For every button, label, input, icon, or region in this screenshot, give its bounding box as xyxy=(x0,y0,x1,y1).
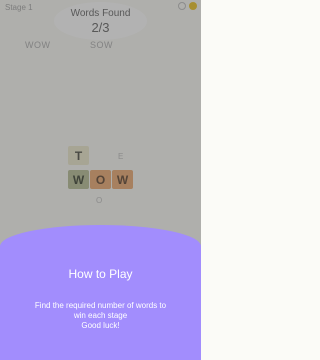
how-to-play-title: How to Play xyxy=(68,267,133,281)
how-to-play-panel[interactable]: How to Play Find the required number of … xyxy=(0,225,201,360)
how-to-play-text: win each stage xyxy=(73,311,128,320)
how-to-play-text: Find the required number of words to xyxy=(34,301,167,310)
how-to-play-text: Good luck! xyxy=(81,321,120,330)
